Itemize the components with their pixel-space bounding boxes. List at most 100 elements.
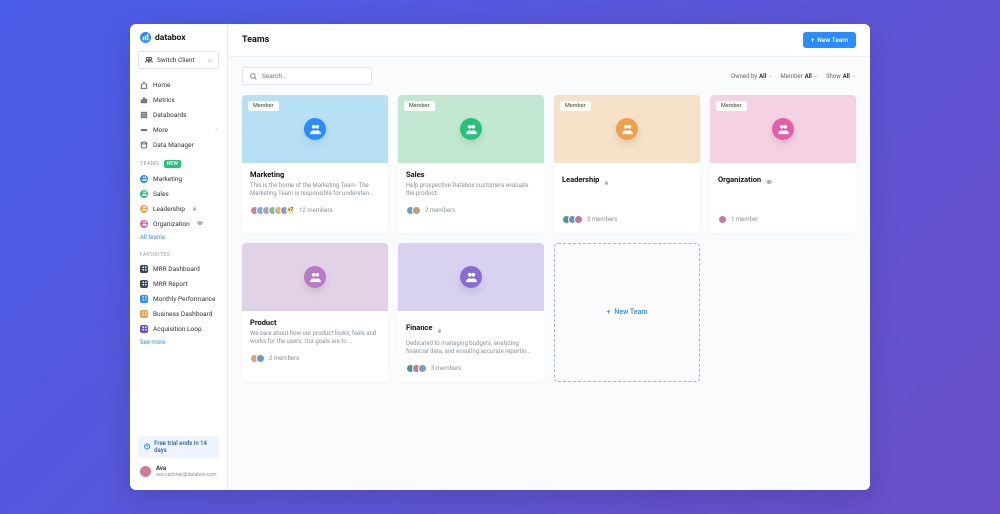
all-teams-link[interactable]: All teams bbox=[130, 231, 227, 244]
search-box[interactable] bbox=[242, 67, 372, 85]
brand-icon bbox=[140, 32, 151, 43]
plus-icon: + bbox=[607, 308, 611, 316]
favorites-section-header: FAVORITES bbox=[130, 244, 227, 261]
avatar bbox=[718, 215, 727, 224]
member-avatars bbox=[250, 354, 265, 363]
databoard-icon bbox=[140, 325, 148, 333]
team-card-finance[interactable]: Finance Dedicated to managing budgets, an… bbox=[398, 243, 544, 382]
members-count: 12 members bbox=[299, 207, 333, 214]
user-menu[interactable]: Ava ava.cechner@databox.com bbox=[130, 462, 227, 482]
avatar bbox=[412, 206, 421, 215]
main-content: Teams + New Team Owned by All ⌄ Member Al… bbox=[228, 24, 870, 490]
card-description: Help prospective Databox customers evalu… bbox=[406, 182, 536, 198]
app-shell: databox Switch Client ⌄ HomeMetricsDatab… bbox=[130, 24, 870, 490]
card-hero: Member bbox=[554, 95, 700, 163]
sidebar-team-leadership[interactable]: Leadership bbox=[130, 201, 227, 216]
databoard-icon bbox=[140, 295, 148, 303]
team-circle-icon bbox=[460, 118, 482, 140]
team-icon bbox=[140, 220, 148, 228]
team-card-marketing[interactable]: Member Marketing This is the home of the M… bbox=[242, 95, 388, 233]
filter-show[interactable]: Show All ⌄ bbox=[826, 73, 856, 80]
team-card-organization[interactable]: MemberOrganization1 member bbox=[710, 95, 856, 233]
favorite-business-dashboard[interactable]: Business Dashboard bbox=[130, 306, 227, 321]
favorite-acquisition-loop[interactable]: Acquisition Loop bbox=[130, 321, 227, 336]
brand-name: databox bbox=[155, 33, 186, 43]
nav-item-home[interactable]: Home bbox=[134, 77, 223, 92]
card-hero: Member bbox=[398, 95, 544, 163]
team-circle-icon bbox=[304, 266, 326, 288]
nav-item-data-manager[interactable]: Data Manager bbox=[134, 137, 223, 152]
sidebar-team-organization[interactable]: Organization bbox=[130, 216, 227, 231]
chevron-down-icon: ⌄ bbox=[207, 57, 212, 64]
member-avatars bbox=[718, 215, 727, 224]
chevron-down-icon: ⌄ bbox=[852, 73, 856, 79]
team-card-sales[interactable]: Member Sales Help prospective Databox cust… bbox=[398, 95, 544, 233]
card-title: Marketing bbox=[250, 170, 284, 179]
eye-icon bbox=[195, 220, 203, 228]
card-hero bbox=[242, 243, 388, 311]
switch-client-dropdown[interactable]: Switch Client ⌄ bbox=[138, 51, 219, 69]
avatar bbox=[574, 215, 583, 224]
nav-item-databoards[interactable]: Databoards bbox=[134, 107, 223, 122]
card-description: We care about how our product looks, fee… bbox=[250, 330, 380, 346]
sidebar-team-sales[interactable]: Sales bbox=[130, 186, 227, 201]
users-icon bbox=[145, 56, 153, 64]
filter-member[interactable]: Member All ⌄ bbox=[780, 73, 818, 80]
avatar bbox=[418, 364, 427, 373]
member-avatars bbox=[406, 206, 421, 215]
member-badge: Member bbox=[560, 101, 591, 111]
card-description bbox=[718, 192, 848, 207]
card-title: Sales bbox=[406, 170, 425, 179]
nav-icon bbox=[140, 141, 148, 149]
chevron-down-icon: ⌄ bbox=[814, 73, 818, 79]
nav-item-more[interactable]: More› bbox=[134, 122, 223, 137]
nav-icon bbox=[140, 126, 148, 134]
favorite-mrr-dashboard[interactable]: MRR Dashboard bbox=[130, 261, 227, 276]
card-description: Dedicated to managing budgets, analyzing… bbox=[406, 340, 536, 356]
nav-icon bbox=[140, 111, 148, 119]
card-title: Leadership bbox=[562, 175, 599, 184]
search-input[interactable] bbox=[262, 72, 364, 80]
chevron-right-icon: › bbox=[215, 126, 217, 133]
team-icon bbox=[140, 175, 148, 183]
team-circle-icon bbox=[304, 118, 326, 140]
card-description bbox=[562, 192, 692, 207]
new-team-placeholder[interactable]: +New Team bbox=[554, 243, 700, 382]
favorite-mrr-report[interactable]: MRR Report bbox=[130, 276, 227, 291]
member-badge: Member bbox=[248, 101, 279, 111]
teams-section-header: TEAMS New bbox=[130, 152, 227, 171]
favorite-monthly-performance[interactable]: Monthly Performance bbox=[130, 291, 227, 306]
team-circle-icon bbox=[616, 118, 638, 140]
card-hero: Member bbox=[242, 95, 388, 163]
card-hero bbox=[398, 243, 544, 311]
lock-icon bbox=[435, 318, 442, 337]
lock-icon bbox=[602, 170, 609, 189]
member-badge: Member bbox=[404, 101, 435, 111]
plus-icon: + bbox=[811, 36, 815, 44]
member-avatars bbox=[406, 364, 427, 373]
card-title: Finance bbox=[406, 323, 432, 332]
filter-owned-by[interactable]: Owned by All ⌄ bbox=[731, 73, 772, 80]
sidebar: databox Switch Client ⌄ HomeMetricsDatab… bbox=[130, 24, 228, 490]
avatar-more: +7 bbox=[286, 206, 295, 215]
lock-icon bbox=[190, 205, 197, 213]
sidebar-team-marketing[interactable]: Marketing bbox=[130, 171, 227, 186]
toolbar: Owned by All ⌄ Member All ⌄ Show All ⌄ bbox=[228, 57, 870, 91]
nav-icon bbox=[140, 81, 148, 89]
brand[interactable]: databox bbox=[130, 32, 227, 51]
members-count: 1 member bbox=[731, 216, 758, 223]
trial-bar[interactable]: Free trial ends in 14 days bbox=[138, 436, 219, 458]
member-avatars bbox=[562, 215, 583, 224]
see-more-link[interactable]: See more bbox=[130, 336, 227, 349]
topbar: Teams + New Team bbox=[228, 24, 870, 57]
team-circle-icon bbox=[772, 118, 794, 140]
nav-item-metrics[interactable]: Metrics bbox=[134, 92, 223, 107]
members-count: 3 members bbox=[431, 365, 461, 372]
team-card-product[interactable]: ProductWe care about how our product loo… bbox=[242, 243, 388, 382]
card-description: This is the home of the Marketing Team. … bbox=[250, 182, 380, 198]
team-card-leadership[interactable]: MemberLeadership3 members bbox=[554, 95, 700, 233]
databoard-icon bbox=[140, 265, 148, 273]
card-title: Organization bbox=[718, 175, 761, 184]
team-icon bbox=[140, 190, 148, 198]
new-team-button[interactable]: + New Team bbox=[803, 32, 856, 48]
